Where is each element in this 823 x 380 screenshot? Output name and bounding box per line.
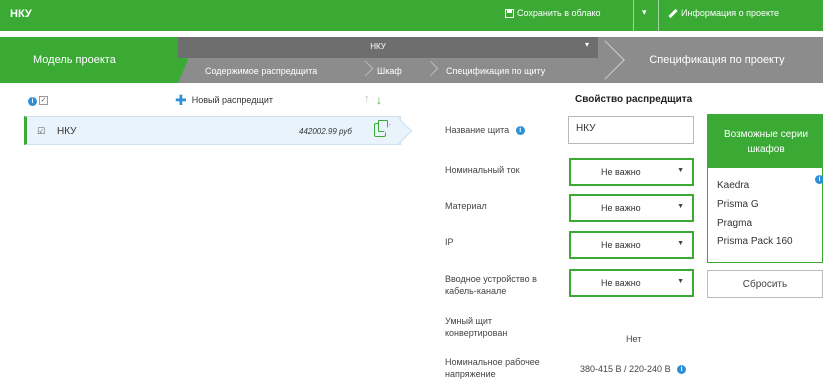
smart-panel-value: Нет [626, 334, 642, 344]
rated-current-value: Не важно [601, 167, 641, 177]
rated-voltage-label: Номинальное рабочее напряжение [445, 357, 540, 379]
project-info-label: Информация о проекте [681, 8, 780, 18]
series-item[interactable]: Prisma Pack 160 [717, 236, 793, 247]
series-item[interactable]: Pragma [717, 218, 752, 229]
save-label: Сохранить в облако [517, 8, 601, 18]
material-select[interactable]: Не важно ▼ [569, 194, 694, 222]
caret-down-icon: ▼ [677, 203, 684, 210]
step-contents[interactable]: Содержимое распредщита [205, 58, 317, 83]
ip-value: Не важно [601, 240, 641, 250]
cable-duct-select[interactable]: Не важно ▼ [569, 269, 694, 297]
chevron-down-icon: ▾ [585, 40, 590, 49]
smart-panel-label: Умный щит конвертирован [445, 316, 508, 338]
name-label-text: Название щита [445, 125, 510, 135]
caret-down-icon: ▼ [677, 240, 684, 247]
step-group-header[interactable]: НКУ ▾ [178, 37, 598, 58]
info-icon[interactable]: i [515, 126, 525, 136]
project-info-button[interactable]: Информация о проекте [668, 8, 779, 18]
step-cabinet[interactable]: Шкаф [377, 58, 402, 83]
copy-icon[interactable] [374, 120, 388, 137]
save-icon [505, 8, 514, 18]
material-value: Не важно [601, 203, 641, 213]
info-icon[interactable]: i [815, 175, 823, 184]
info-icon[interactable]: i [28, 97, 37, 106]
list-item[interactable]: ☑ НКУ 442002.99 руб [24, 116, 401, 145]
series-item[interactable]: Prisma G [717, 199, 759, 210]
properties-title: Свойство распредщита [575, 94, 693, 105]
step-project-spec[interactable]: Спецификация по проекту [611, 37, 823, 83]
chevron-right-icon [423, 58, 435, 83]
cabinet-series-panel: Возможные серии шкафов i Kaedra Prisma G… [707, 114, 823, 263]
pencil-icon [668, 8, 678, 18]
ip-label: IP [445, 237, 454, 247]
rated-current-select[interactable]: Не важно ▼ [569, 158, 694, 186]
rated-current-label: Номинальный ток [445, 165, 520, 175]
chevron-right-icon [598, 37, 612, 83]
cable-duct-label: Вводное устройство в кабель-канале [445, 274, 537, 296]
ip-select[interactable]: Не важно ▼ [569, 231, 694, 259]
panel-name-input[interactable]: НКУ [568, 116, 694, 144]
move-up-icon[interactable]: ↑ [364, 93, 370, 105]
reset-button[interactable]: Сбросить [707, 270, 823, 298]
divider [633, 0, 634, 31]
select-all-checkbox[interactable]: ✓ [39, 96, 48, 105]
plus-icon: ✚ [175, 92, 187, 108]
trash-icon[interactable] [389, 124, 398, 136]
top-bar: НКУ Сохранить в облако ▾ Информация о пр… [0, 0, 823, 31]
new-distribution-board-label: Новый распредщит [191, 95, 274, 105]
step-project-model[interactable]: Модель проекта [0, 37, 188, 83]
move-down-icon[interactable]: ↓ [376, 93, 382, 107]
info-icon[interactable]: i [677, 365, 687, 375]
cabinet-series-title: Возможные серии шкафов [708, 115, 823, 168]
app-title: НКУ [10, 8, 32, 20]
name-label: Название щита i [445, 124, 565, 136]
divider [658, 0, 659, 31]
save-dropdown-button[interactable]: ▾ [642, 7, 647, 18]
row-checkbox[interactable]: ☑ [37, 126, 45, 137]
row-name: НКУ [57, 126, 77, 137]
chevron-right-icon [358, 58, 370, 83]
caret-down-icon: ▼ [677, 167, 684, 174]
rated-voltage-value: 380-415 В / 220-240 В i [580, 364, 687, 375]
new-distribution-board-button[interactable]: ✚ Новый распредщит [175, 92, 274, 108]
list-header: i ✓ ✚ Новый распредщит ↑ ↓ [0, 92, 410, 110]
material-label: Материал [445, 201, 487, 211]
step-group-title: НКУ [370, 42, 386, 51]
row-price: 442002.99 руб [299, 127, 352, 136]
rated-voltage-text: 380-415 В / 220-240 В [580, 364, 671, 374]
caret-down-icon: ▼ [677, 278, 684, 285]
series-item[interactable]: Kaedra [717, 180, 749, 191]
step-navigation: Модель проекта НКУ ▾ Содержимое распредщ… [0, 37, 823, 83]
cable-duct-value: Не важно [601, 278, 641, 288]
save-to-cloud-button[interactable]: Сохранить в облако [505, 8, 601, 18]
step-panel-spec[interactable]: Спецификация по щиту [446, 58, 545, 83]
